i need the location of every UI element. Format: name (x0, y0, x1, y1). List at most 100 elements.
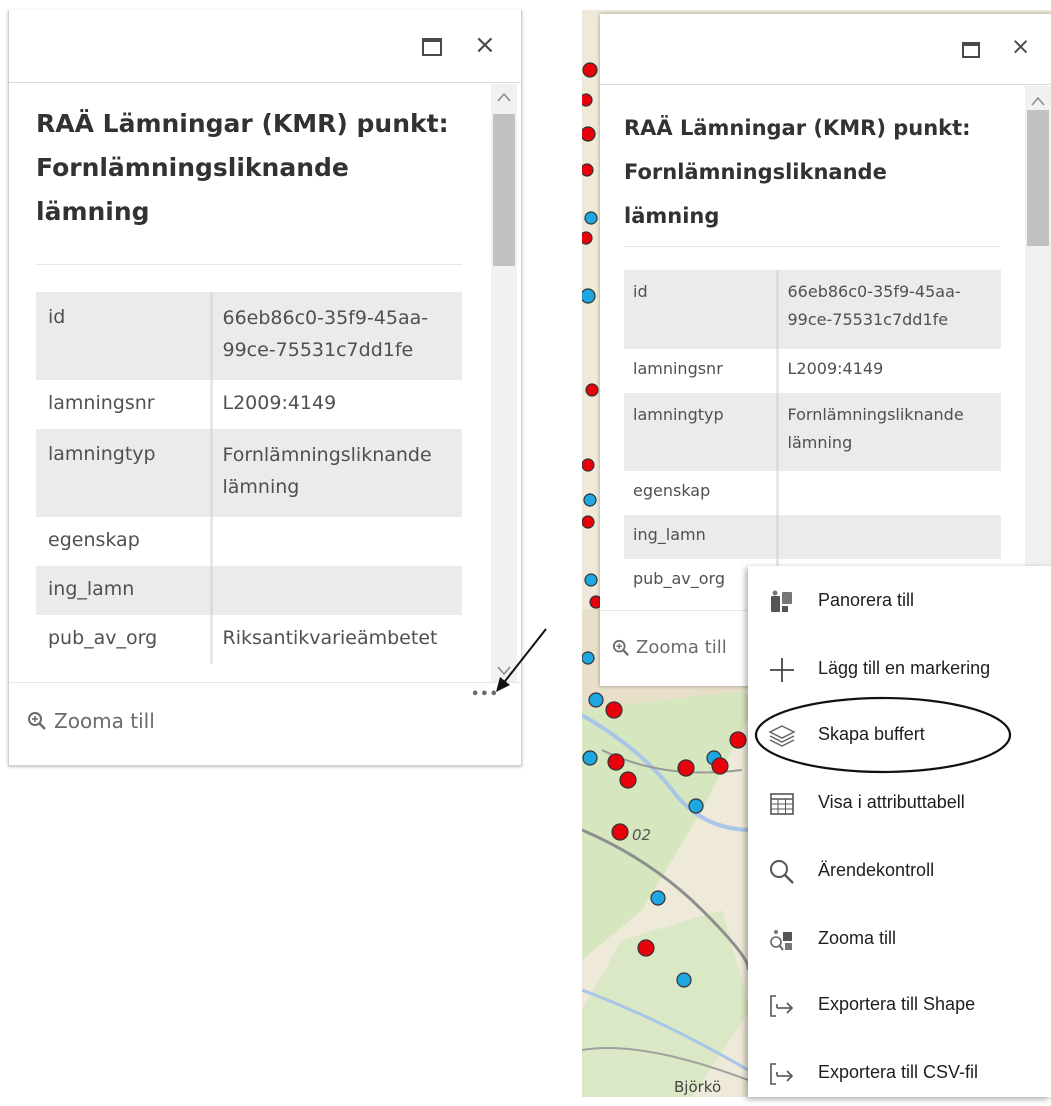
zoom-to-link[interactable]: Zooma till (612, 637, 727, 658)
attr-value-line: 66eb86c0-35f9-45aa- (222, 307, 429, 329)
search-icon (770, 860, 794, 884)
popup-panel-left: × RAÄ Lämningar (KMR) punkt: Fornlämning… (8, 10, 522, 766)
attr-value: Riksantikvarieämbetet (222, 627, 438, 649)
maximize-icon[interactable] (422, 38, 442, 56)
popup-title: RAÄ Lämningar (KMR) punkt: Fornlämningsl… (624, 106, 1024, 238)
attr-key: id (36, 292, 213, 380)
zoom-to-link[interactable]: Zooma till (27, 709, 155, 733)
popup-header: × (9, 10, 521, 83)
maximize-icon[interactable] (962, 42, 980, 58)
red-point (611, 823, 629, 841)
attr-value (211, 517, 462, 566)
blue-point (688, 798, 704, 814)
table-row: egenskap (36, 517, 462, 566)
red-point (637, 939, 655, 957)
red-point (582, 458, 595, 472)
table-row: ing_lamn (624, 515, 1001, 559)
blue-point (588, 692, 604, 708)
table-row: id 66eb86c0-35f9-45aa- 99ce-75531c7dd1fe (624, 270, 1001, 349)
attr-value: 66eb86c0-35f9-45aa- 99ce-75531c7dd1fe (211, 292, 462, 380)
popup-title-line: lämning (624, 204, 720, 228)
menu-item-visa-i-attributtabell[interactable]: Visa i attributtabell (748, 770, 1051, 836)
menu-item-label: Exportera till CSV-fil (818, 1062, 979, 1082)
table-row: lamningsnr L2009:4149 (624, 349, 1001, 393)
menu-item-exportera-till-shape[interactable]: Exportera till Shape (748, 972, 1051, 1038)
scroll-up-icon[interactable] (497, 92, 511, 102)
attr-value (777, 471, 1001, 515)
scroll-up-icon[interactable] (1031, 96, 1045, 106)
red-point (619, 771, 637, 789)
red-point (605, 701, 623, 719)
menu-item-label: Panorera till (818, 590, 915, 610)
attr-key: egenskap (624, 471, 779, 515)
attr-value-line: 66eb86c0-35f9-45aa- (787, 282, 961, 301)
close-icon[interactable]: × (474, 32, 496, 58)
red-point (711, 757, 729, 775)
red-point (582, 515, 595, 529)
red-point (582, 126, 596, 142)
attribute-table: id 66eb86c0-35f9-45aa- 99ce-75531c7dd1fe… (624, 270, 1001, 603)
table-row: ing_lamn (36, 566, 462, 615)
menu-item-panorera-till[interactable]: Panorera till (748, 568, 1051, 634)
menu-item-zooma-till[interactable]: Zooma till (748, 906, 1051, 972)
table-icon (770, 793, 794, 815)
attr-value (777, 515, 1001, 559)
attr-value: L2009:4149 (787, 359, 884, 378)
red-point (582, 62, 598, 78)
blue-point (582, 750, 598, 766)
popup-title-line: Fornlämningsliknande (36, 153, 349, 182)
blue-point (650, 890, 666, 906)
popup-header: × (600, 14, 1051, 85)
attr-key: lamningtyp (36, 429, 213, 517)
zoom-to-label: Zooma till (636, 637, 727, 658)
attr-value: Fornlämningsliknande lämning (777, 393, 1001, 471)
attr-key: ing_lamn (624, 515, 779, 559)
attr-key: egenskap (36, 517, 213, 566)
popup-title-line: RAÄ Lämningar (KMR) punkt: (36, 109, 449, 138)
blue-point (584, 211, 598, 225)
popup-title: RAÄ Lämningar (KMR) punkt: Fornlämningsl… (36, 102, 476, 234)
scrollbar-thumb[interactable] (493, 114, 515, 266)
zoom-to-label: Zooma till (54, 709, 155, 733)
table-row: lamningtyp Fornlämningsliknande lämning (624, 393, 1001, 471)
blue-point (584, 573, 598, 587)
table-row: pub_av_org Riksantikvarieämbetet (36, 615, 462, 664)
red-point (677, 759, 695, 777)
scrollbar-thumb[interactable] (1027, 110, 1049, 246)
red-point (729, 731, 747, 749)
menu-item-label: Lägg till en markering (818, 658, 991, 678)
red-point (607, 753, 625, 771)
attr-key: lamningtyp (624, 393, 779, 471)
plus-icon (770, 658, 794, 682)
table-row: id 66eb86c0-35f9-45aa- 99ce-75531c7dd1fe (36, 292, 462, 380)
popup-title-line: RAÄ Lämningar (KMR) punkt: (624, 116, 971, 140)
map-label: 02 (632, 826, 651, 844)
blue-point (583, 493, 597, 507)
attr-value-line: 99ce-75531c7dd1fe (222, 339, 414, 361)
table-row: egenskap (624, 471, 1001, 515)
zoom-to-icon (770, 930, 792, 951)
blue-point (676, 972, 692, 988)
attr-key: pub_av_org (36, 615, 213, 664)
attr-key: ing_lamn (36, 566, 213, 615)
red-point (582, 163, 594, 177)
context-menu: Panorera till Lägg till en markering Ska… (748, 566, 1051, 1097)
zoom-in-icon (612, 639, 629, 656)
title-divider (624, 246, 1000, 247)
export-icon (770, 1063, 794, 1085)
red-point (582, 93, 593, 107)
attr-value: 66eb86c0-35f9-45aa- 99ce-75531c7dd1fe (777, 270, 1001, 349)
menu-item-label: Visa i attributtabell (818, 792, 965, 812)
attr-key: lamningsnr (36, 380, 213, 429)
red-point (582, 231, 593, 245)
attr-key: id (624, 270, 779, 349)
red-point (585, 383, 599, 397)
attr-value: L2009:4149 (222, 392, 337, 414)
title-divider (36, 264, 462, 265)
menu-item-arendekontroll[interactable]: Ärendekontroll (748, 838, 1051, 904)
menu-item-exportera-till-csv[interactable]: Exportera till CSV-fil (748, 1040, 1051, 1106)
attr-value (211, 566, 462, 615)
close-icon[interactable]: × (1011, 36, 1030, 59)
popup-title-line: lämning (36, 197, 150, 226)
zoom-in-icon (28, 712, 46, 730)
